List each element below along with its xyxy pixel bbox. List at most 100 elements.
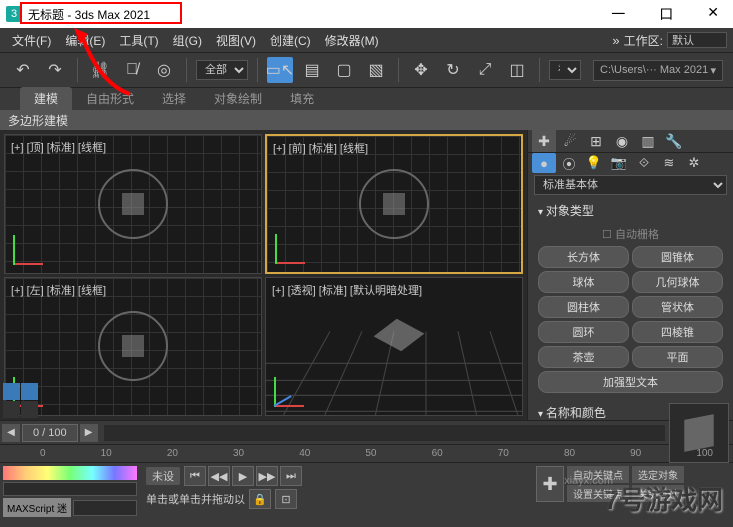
maxscript-input[interactable] [73, 500, 137, 516]
viewcube-icon[interactable] [98, 311, 168, 381]
rect-select-button[interactable]: ▢ [331, 57, 357, 83]
menu-view[interactable]: 视图(V) [210, 30, 262, 51]
rollout-objecttype[interactable]: 对象类型 [532, 199, 729, 222]
move-button[interactable]: ✥ [408, 57, 434, 83]
minimize-button[interactable]: 一 [603, 4, 633, 24]
utilities-tab-icon[interactable]: 🔧 [662, 130, 686, 152]
menu-tools[interactable]: 工具(T) [113, 30, 164, 51]
goto-start-button[interactable]: ⏮ [184, 466, 206, 486]
undo-button[interactable]: ↶ [10, 57, 36, 83]
tab-objectpaint[interactable]: 对象绘制 [200, 87, 276, 110]
link-button[interactable]: ⛓ [87, 57, 113, 83]
modify-tab-icon[interactable]: ☄ [558, 130, 582, 152]
category-dropdown[interactable]: 标准基本体 [534, 175, 727, 195]
tab-populate[interactable]: 填充 [276, 87, 328, 110]
create-tab-icon[interactable]: ✚ [532, 130, 556, 152]
pyramid-button[interactable]: 四棱锥 [632, 321, 723, 343]
timeslider-next[interactable]: ▶ [80, 424, 98, 442]
tab-selection[interactable]: 选择 [148, 87, 200, 110]
set-key-button[interactable]: ✚ [536, 466, 564, 502]
geometry-icon[interactable]: ● [532, 153, 556, 173]
plane-button[interactable]: 平面 [632, 346, 723, 368]
autokey-button[interactable]: 自动关键点 [567, 466, 629, 483]
tick: 20 [167, 448, 178, 459]
systems-icon[interactable]: ✲ [682, 153, 706, 173]
viewport-top-label[interactable]: [+] [顶] [标准] [线框] [11, 139, 106, 155]
viewport-perspective[interactable]: [+] [透视] [标准] [默认明暗处理] [265, 277, 523, 417]
menu-edit[interactable]: 编辑(E) [59, 30, 111, 51]
tab-modeling[interactable]: 建模 [20, 87, 72, 110]
vplayout-btn[interactable] [3, 401, 20, 418]
autogrid-checkbox[interactable]: ☐ 自动栅格 [538, 224, 723, 244]
trackview-mini[interactable] [3, 482, 137, 496]
cone-button[interactable]: 圆锥体 [632, 246, 723, 268]
refcoord-select[interactable]: 视 [549, 60, 581, 80]
viewport-persp-label[interactable]: [+] [透视] [标准] [默认明暗处理] [272, 282, 422, 298]
viewport-top[interactable]: [+] [顶] [标准] [线框] [4, 134, 262, 274]
helpers-icon[interactable]: ⟐ [632, 153, 656, 173]
project-path[interactable]: C:\Users\··· Max 2021▾ [593, 60, 723, 81]
ribbon-subtab[interactable]: 多边形建模 [0, 110, 733, 130]
vplayout-btn[interactable] [21, 383, 38, 400]
hierarchy-tab-icon[interactable]: ⊞ [584, 130, 608, 152]
timeslider-prev[interactable]: ◀ [2, 424, 20, 442]
rotate-button[interactable]: ↻ [440, 57, 466, 83]
time-slider[interactable]: ◀ 0 / 100 ▶ [0, 420, 733, 444]
vplayout-btn[interactable] [21, 401, 38, 418]
viewcube-icon[interactable] [359, 169, 429, 239]
viewcube-icon[interactable] [98, 169, 168, 239]
isolate-button[interactable]: ⊡ [275, 489, 297, 509]
goto-end-button[interactable]: ⏭ [280, 466, 302, 486]
keyfilter-button[interactable]: 关键点过 [632, 485, 684, 502]
window-crossing-button[interactable]: ▧ [363, 57, 389, 83]
prev-frame-button[interactable]: ◀◀ [208, 466, 230, 486]
box-button[interactable]: 长方体 [538, 246, 629, 268]
torus-button[interactable]: 圆环 [538, 321, 629, 343]
selection-filter[interactable]: 全部 [196, 60, 248, 80]
menu-file[interactable]: 文件(F) [6, 30, 57, 51]
select-name-button[interactable]: ▤ [299, 57, 325, 83]
prompt-text: 单击或单击并拖动以 [146, 491, 245, 507]
viewport-left-label[interactable]: [+] [左] [标准] [线框] [11, 282, 106, 298]
setkey-button[interactable]: 设置关键点 [567, 485, 629, 502]
scale-button[interactable]: ⤢ [472, 57, 498, 83]
viewport-front-label[interactable]: [+] [前] [标准] [线框] [273, 140, 368, 156]
maximize-button[interactable]: 口 [651, 4, 681, 24]
shapes-icon[interactable]: ⦿ [557, 153, 581, 173]
undo-status[interactable]: 未设 [146, 467, 180, 485]
play-button[interactable]: ▶ [232, 466, 254, 486]
cylinder-button[interactable]: 圆柱体 [538, 296, 629, 318]
display-tab-icon[interactable]: ▥ [636, 130, 660, 152]
sphere-button[interactable]: 球体 [538, 271, 629, 293]
textplus-button[interactable]: 加强型文本 [538, 371, 723, 393]
redo-button[interactable]: ↷ [42, 57, 68, 83]
timeslider-frame[interactable]: 0 / 100 [22, 424, 78, 442]
next-frame-button[interactable]: ▶▶ [256, 466, 278, 486]
track-bar[interactable]: 0 10 20 30 40 50 60 70 80 90 100 [0, 444, 733, 462]
lights-icon[interactable]: 💡 [582, 153, 606, 173]
motion-tab-icon[interactable]: ◉ [610, 130, 634, 152]
menu-modifiers[interactable]: 修改器(M) [319, 30, 385, 51]
bind-button[interactable]: ◎ [151, 57, 177, 83]
workspace-select[interactable] [667, 32, 727, 48]
tab-freeform[interactable]: 自由形式 [72, 87, 148, 110]
viewport-left[interactable]: [+] [左] [标准] [线框] [4, 277, 262, 417]
select-button[interactable]: ▭↖ [267, 57, 293, 83]
spacewarps-icon[interactable]: ≋ [657, 153, 681, 173]
menu-group[interactable]: 组(G) [167, 30, 208, 51]
viewport-front[interactable]: [+] [前] [标准] [线框] [265, 134, 523, 274]
color-swatch-bar[interactable] [3, 466, 137, 480]
selected-button[interactable]: 选定对象 [632, 466, 684, 483]
tube-button[interactable]: 管状体 [632, 296, 723, 318]
cameras-icon[interactable]: 📷 [607, 153, 631, 173]
menu-create[interactable]: 创建(C) [264, 30, 317, 51]
place-button[interactable]: ◫ [504, 57, 530, 83]
timeslider-track[interactable] [104, 425, 665, 441]
teapot-button[interactable]: 茶壶 [538, 346, 629, 368]
unlink-button[interactable]: ⛓̸ [119, 57, 145, 83]
geosphere-button[interactable]: 几何球体 [632, 271, 723, 293]
close-button[interactable]: ✕ [699, 4, 727, 24]
menu-overflow-icon[interactable]: » [612, 33, 619, 48]
vplayout-btn[interactable] [3, 383, 20, 400]
lock-button[interactable]: 🔒 [249, 489, 271, 509]
